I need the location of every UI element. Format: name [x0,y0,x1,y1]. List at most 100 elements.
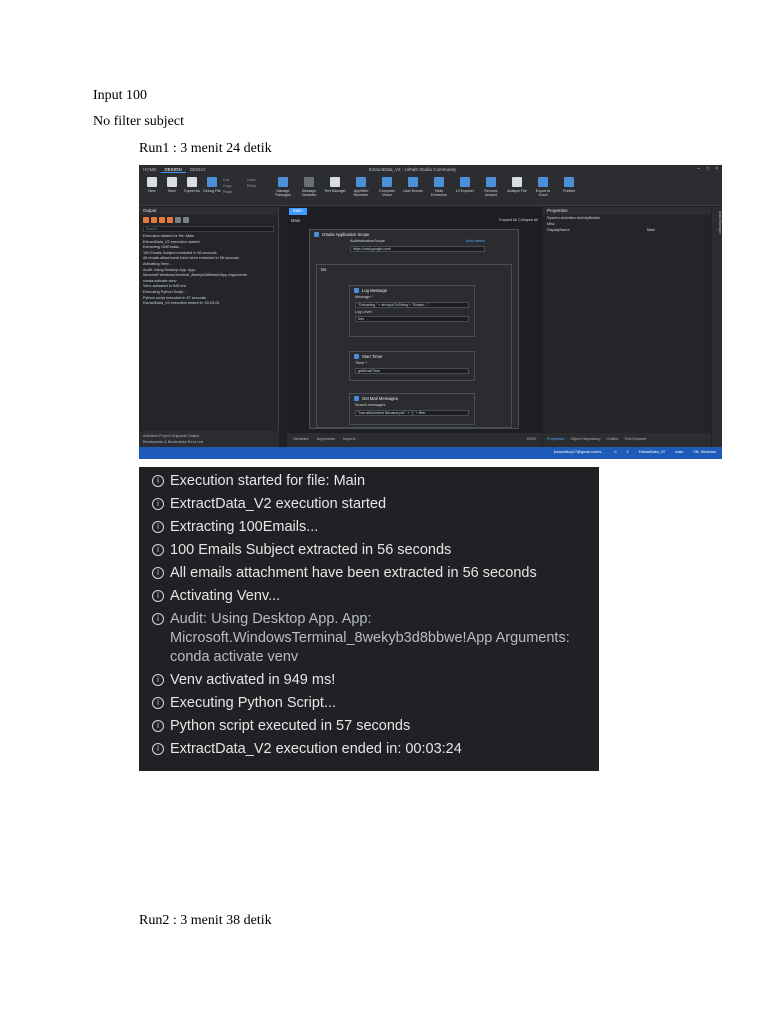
info-icon: i [152,697,164,709]
doc-line-input: Input 100 [93,88,148,103]
output-toolbar [139,215,278,225]
tab-outline[interactable]: Outline [607,437,619,443]
arguments-tab[interactable]: Arguments [317,437,335,443]
studio-window-title: ExtractData_V2 - UiPath Studio Community [369,167,457,172]
ribbon-export-excel-button[interactable]: Export to Excel [531,177,555,203]
log-level-select[interactable]: Info [355,316,469,322]
log-message-activity[interactable]: Log Message Message * "Extracting " + st… [349,285,475,337]
activity-title: Get Mail Messages [362,395,398,401]
tab-design[interactable]: DESIGN [160,167,186,173]
studio-ribbon: New Save Export As Debug File Cut Copy P… [139,174,722,206]
ribbon-save-button[interactable]: Save [163,177,181,203]
info-icon: i [152,613,164,625]
imports-tab[interactable]: Imports [343,437,356,443]
info-icon: i [152,743,164,755]
studio-screenshot: HOME DESIGN DEBUG ExtractData_V2 - UiPat… [139,165,722,459]
ribbon-remove-unused-button[interactable]: Remove Unused [479,177,503,203]
tab-debug[interactable]: DEBUG [186,167,210,172]
info-icon: i [152,590,164,602]
studio-status-bar: jroswodkoy17@gmail.com/s... 0 2 ExtractD… [139,447,722,459]
list-item: i 100 Emails Subject extracted in 56 seco… [139,539,599,562]
ribbon-export-button[interactable]: Export As [183,177,201,203]
info-icon: i [152,475,164,487]
trace-filter-icon[interactable] [167,217,173,223]
expand-collapse-links[interactable]: Expand All Collapse All [499,218,538,222]
info-icon: i [152,567,164,579]
status-account[interactable]: jroswodkoy17@gmail.com/s... [554,450,605,456]
copy-icon[interactable] [183,217,189,223]
maximize-icon[interactable]: □ [706,166,709,172]
ribbon-message-variables-button[interactable]: Message Variables [297,177,321,203]
search-messages-field[interactable]: "has:attachment filename:pdf " + "(" + f… [355,409,469,416]
ribbon-table-extraction-button[interactable]: Table Extraction [427,177,451,203]
activity-title: Start Timer [362,353,383,359]
info-icon: i [152,544,164,556]
tab-object-repository[interactable]: Object Repository [570,437,600,443]
list-item: i Extracting 100Emails... [139,516,599,539]
activity-title: GSuite Application Scope [322,231,370,237]
publish-icon [564,177,574,187]
message-label: Message * [355,295,373,299]
ribbon-analyze-button[interactable]: Analyze File [505,177,529,203]
error-filter-icon[interactable] [143,217,149,223]
timer-field[interactable]: getEmailTime [355,367,469,374]
tab-test-explorer[interactable]: Test Explorer [625,437,647,443]
doc-line-run1: Run1 : 3 menit 24 detik [139,141,272,156]
info-icon: i [152,498,164,510]
ribbon-publish-button[interactable]: Publish [557,177,581,203]
clear-icon[interactable] [175,217,181,223]
get-mail-activity[interactable]: Get Mail Messages Search messages "has:a… [349,393,475,425]
computer-vision-icon [382,177,392,187]
timer-icon [354,353,359,359]
tab-home[interactable]: HOME [139,167,161,172]
start-timer-activity[interactable]: Start Timer Timer * getEmailTime [349,351,475,381]
search-messages-label: Search messages [355,403,386,407]
ribbon-recorder-button[interactable]: App/Web Recorder [349,177,373,203]
do-sequence[interactable]: Do Log Message Message * "Extracting " +… [316,264,512,428]
ribbon-computer-vision-button[interactable]: Computer Vision [375,177,399,203]
ribbon-debug-button[interactable]: Debug File [203,177,221,203]
log-level-label: Log Level [355,309,372,314]
excel-icon [538,177,548,187]
close-icon[interactable]: × [715,166,718,172]
warning-filter-icon[interactable] [151,217,157,223]
window-controls: – □ × [697,166,718,172]
ribbon-ui-explorer-button[interactable]: UI Explorer [453,177,477,203]
ribbon-new-button[interactable]: New [143,177,161,203]
variables-tab[interactable]: Variables [293,437,309,443]
doc-line-run2: Run2 : 3 menit 38 detik [139,913,272,928]
ribbon-text-manager-button[interactable]: Text Manager [323,177,347,203]
auto-detect-link[interactable]: Auto detect [466,239,485,245]
right-panel-tabs: Properties Object Repository Outline Tes… [543,433,711,447]
list-item: i ExtractData_V2 execution started [139,493,599,516]
list-item: ExtractData_V2 execution ended in: 00:03… [143,301,220,306]
ribbon-paste-button[interactable]: Paste [223,189,245,195]
ribbon-manage-packages-button[interactable]: Manage Packages [271,177,295,203]
info-filter-icon[interactable] [159,217,165,223]
activity-title: Log Message [362,287,388,293]
property-displayname[interactable]: DisplayName Main [543,227,711,233]
ribbon-user-events-button[interactable]: User Events [401,177,425,203]
status-branch[interactable]: main [675,450,683,456]
left-tabs-row2[interactable]: Breakpoints & Bookmarks Error List [143,439,275,445]
status-count-b: 2 [626,450,629,454]
info-icon: i [152,720,164,732]
save-icon [167,177,177,187]
status-project[interactable]: ExtractData_V2 [639,450,666,456]
message-field[interactable]: "Extracting " + strInput.ToString + "Ema… [355,301,469,308]
zoom-level[interactable]: 100% [526,437,536,443]
breadcrumb[interactable]: Main [291,218,300,223]
output-search-input[interactable]: Search [143,226,274,232]
status-language: VB, Windows [693,450,716,454]
auth-scope-field[interactable]: https://mail.google.com/ [350,245,485,252]
ribbon-redo-button[interactable]: Redo [247,183,269,189]
data-manager-sidebar[interactable]: Data Manager [712,207,722,447]
tab-properties[interactable]: Properties [547,437,564,443]
list-item: i Executing Python Script... [139,692,599,715]
gsuite-scope-activity[interactable]: GSuite Application Scope AuthenticationS… [309,229,519,429]
list-item: i Audit: Using Desktop App. App: Microso… [139,608,599,669]
tab-main[interactable]: Main [289,208,307,215]
status-count-a: 0 [614,450,617,454]
minimize-icon[interactable]: – [697,166,700,172]
left-panel-tabs: Activities Project Snippets Output Break… [139,431,279,447]
